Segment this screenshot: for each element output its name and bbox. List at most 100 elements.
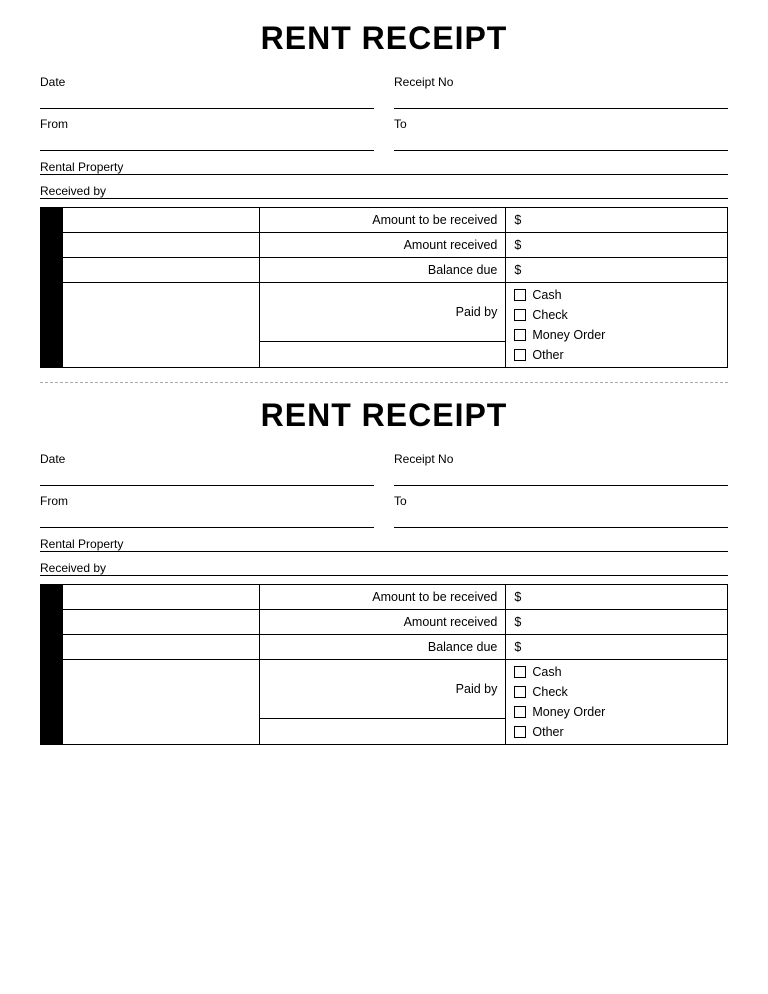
rental-property-line-2[interactable] <box>40 551 728 552</box>
amount-to-be-received-value-1[interactable]: $ <box>506 208 728 233</box>
from-label-1: From <box>40 117 374 131</box>
to-field-2: To <box>394 494 728 528</box>
checkbox-other-label-2: Other <box>532 725 563 739</box>
separator <box>40 382 728 383</box>
checkbox-moneyorder-label-1: Money Order <box>532 328 605 342</box>
amount-to-be-received-value-2[interactable]: $ <box>506 585 728 610</box>
spacer-1b <box>63 233 260 258</box>
date-label-1: Date <box>40 75 374 89</box>
from-label-2: From <box>40 494 374 508</box>
paid-by-row-1: Paid by Cash Check Money Order <box>41 283 728 342</box>
date-label-2: Date <box>40 452 374 466</box>
checkbox-check-2[interactable]: Check <box>514 685 719 699</box>
received-by-section-1: Received by <box>40 183 728 199</box>
checkbox-moneyorder-2[interactable]: Money Order <box>514 705 719 719</box>
checkbox-moneyorder-1[interactable]: Money Order <box>514 328 719 342</box>
receiptno-line-2[interactable] <box>394 468 728 486</box>
checkbox-cash-box-2[interactable] <box>514 666 526 678</box>
date-line-1[interactable] <box>40 91 374 109</box>
paid-by-label-1: Paid by <box>260 283 506 342</box>
black-bar-1 <box>41 208 63 368</box>
date-field-1: Date <box>40 75 374 109</box>
amount-received-row-2: Amount received $ <box>41 610 728 635</box>
received-by-label-2: Received by <box>40 561 106 575</box>
spacer-2b <box>63 610 260 635</box>
checkbox-check-1[interactable]: Check <box>514 308 719 322</box>
spacer-1 <box>63 208 260 233</box>
date-field-2: Date <box>40 452 374 486</box>
rental-property-line-1[interactable] <box>40 174 728 175</box>
spacer-2 <box>63 585 260 610</box>
from-line-1[interactable] <box>40 133 374 151</box>
checkboxes-2: Cash Check Money Order Other <box>506 660 728 745</box>
date-line-2[interactable] <box>40 468 374 486</box>
receipt-table-2: Amount to be received $ Amount received … <box>40 584 728 745</box>
balance-due-label-2: Balance due <box>260 635 506 660</box>
balance-due-label-1: Balance due <box>260 258 506 283</box>
checkbox-moneyorder-label-2: Money Order <box>532 705 605 719</box>
amount-to-be-received-row-1: Amount to be received $ <box>41 208 728 233</box>
to-label-1: To <box>394 117 728 131</box>
balance-due-row-2: Balance due $ <box>41 635 728 660</box>
checkbox-cash-label-2: Cash <box>532 665 561 679</box>
black-bar-2 <box>41 585 63 745</box>
receiptno-field-2: Receipt No <box>394 452 728 486</box>
to-line-1[interactable] <box>394 133 728 151</box>
checkbox-check-label-1: Check <box>532 308 567 322</box>
paid-by-empty-1 <box>260 342 506 368</box>
amount-to-be-received-row-2: Amount to be received $ <box>41 585 728 610</box>
receiptno-line-1[interactable] <box>394 91 728 109</box>
paid-by-spacer-2 <box>63 660 260 745</box>
checkbox-check-box-2[interactable] <box>514 686 526 698</box>
paid-by-row-2: Paid by Cash Check Money Order <box>41 660 728 719</box>
date-receiptno-row-2: Date Receipt No <box>40 452 728 486</box>
amount-received-value-1[interactable]: $ <box>506 233 728 258</box>
fields-section-2: Date Receipt No From To Rental Property <box>40 452 728 576</box>
checkbox-check-box-1[interactable] <box>514 309 526 321</box>
received-by-label-1: Received by <box>40 184 106 198</box>
rental-property-label-2: Rental Property <box>40 537 123 551</box>
amount-to-be-received-label-1: Amount to be received <box>260 208 506 233</box>
from-field-2: From <box>40 494 374 528</box>
received-by-line-1[interactable] <box>40 198 728 199</box>
amount-received-row-1: Amount received $ <box>41 233 728 258</box>
received-by-section-2: Received by <box>40 560 728 576</box>
checkbox-other-box-2[interactable] <box>514 726 526 738</box>
receiptno-field-1: Receipt No <box>394 75 728 109</box>
checkbox-other-2[interactable]: Other <box>514 725 719 739</box>
rental-property-label-1: Rental Property <box>40 160 123 174</box>
amount-received-label-1: Amount received <box>260 233 506 258</box>
paid-by-label-2: Paid by <box>260 660 506 719</box>
receiptno-label-1: Receipt No <box>394 75 728 89</box>
checkbox-moneyorder-box-1[interactable] <box>514 329 526 341</box>
receipt-1: RENT RECEIPT Date Receipt No From To <box>40 20 728 368</box>
rental-property-section-2: Rental Property <box>40 536 728 552</box>
checkbox-other-1[interactable]: Other <box>514 348 719 362</box>
spacer-2c <box>63 635 260 660</box>
received-by-line-2[interactable] <box>40 575 728 576</box>
checkbox-other-box-1[interactable] <box>514 349 526 361</box>
receipt-title-2: RENT RECEIPT <box>40 397 728 434</box>
to-field-1: To <box>394 117 728 151</box>
from-to-row-2: From To <box>40 494 728 528</box>
fields-section-1: Date Receipt No From To Rental Property <box>40 75 728 199</box>
to-line-2[interactable] <box>394 510 728 528</box>
paid-by-spacer-1 <box>63 283 260 368</box>
receipt-2: RENT RECEIPT Date Receipt No From To <box>40 397 728 745</box>
from-to-row-1: From To <box>40 117 728 151</box>
from-field-1: From <box>40 117 374 151</box>
from-line-2[interactable] <box>40 510 374 528</box>
to-label-2: To <box>394 494 728 508</box>
amount-to-be-received-label-2: Amount to be received <box>260 585 506 610</box>
amount-received-value-2[interactable]: $ <box>506 610 728 635</box>
checkbox-other-label-1: Other <box>532 348 563 362</box>
checkbox-cash-box-1[interactable] <box>514 289 526 301</box>
checkbox-moneyorder-box-2[interactable] <box>514 706 526 718</box>
balance-due-value-2[interactable]: $ <box>506 635 728 660</box>
rental-property-section-1: Rental Property <box>40 159 728 175</box>
checkbox-cash-2[interactable]: Cash <box>514 665 719 679</box>
checkbox-cash-1[interactable]: Cash <box>514 288 719 302</box>
amount-received-label-2: Amount received <box>260 610 506 635</box>
balance-due-value-1[interactable]: $ <box>506 258 728 283</box>
checkbox-cash-label-1: Cash <box>532 288 561 302</box>
